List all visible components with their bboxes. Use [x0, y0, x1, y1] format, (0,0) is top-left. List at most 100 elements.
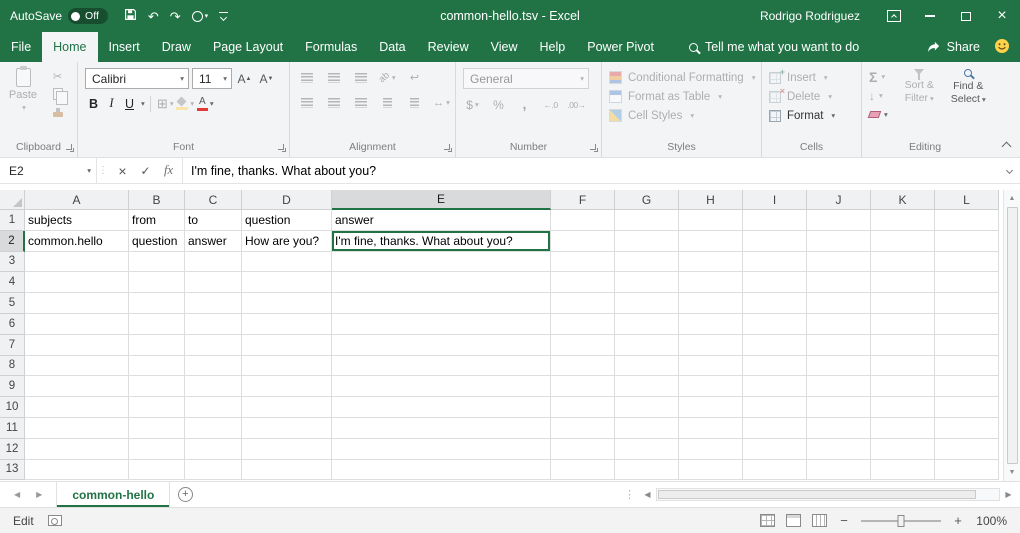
- enter-button[interactable]: ✓: [134, 164, 157, 178]
- cell-B10[interactable]: [129, 397, 185, 418]
- insert-cells-button[interactable]: + Insert ▾: [769, 68, 855, 87]
- column-header-K[interactable]: K: [871, 190, 935, 210]
- column-header-I[interactable]: I: [743, 190, 807, 210]
- cell-K2[interactable]: [871, 231, 935, 252]
- cell-F12[interactable]: [551, 439, 615, 460]
- cell-I6[interactable]: [743, 314, 807, 335]
- cell-C4[interactable]: [185, 272, 242, 293]
- cell-J3[interactable]: [807, 252, 871, 273]
- cell-G12[interactable]: [615, 439, 679, 460]
- cell-L8[interactable]: [935, 356, 999, 377]
- cell-D7[interactable]: [242, 335, 332, 356]
- close-button[interactable]: ×: [984, 0, 1020, 32]
- cell-A4[interactable]: [25, 272, 129, 293]
- cell-I10[interactable]: [743, 397, 807, 418]
- bold-button[interactable]: B: [85, 97, 102, 111]
- cell-J5[interactable]: [807, 293, 871, 314]
- sheet-tab-common-hello[interactable]: common-hello: [56, 482, 170, 507]
- cell-H8[interactable]: [679, 356, 743, 377]
- row-header-10[interactable]: 10: [0, 397, 25, 418]
- tab-page-layout[interactable]: Page Layout: [202, 32, 294, 62]
- clipboard-dialog-launcher[interactable]: [66, 144, 74, 152]
- cell-I9[interactable]: [743, 376, 807, 397]
- cell-I5[interactable]: [743, 293, 807, 314]
- font-color-button[interactable]: A ▾: [196, 94, 215, 113]
- cell-C1[interactable]: to: [185, 210, 242, 231]
- shrink-font-button[interactable]: A▼: [257, 69, 276, 88]
- cell-A5[interactable]: [25, 293, 129, 314]
- cell-F1[interactable]: [551, 210, 615, 231]
- cell-E2[interactable]: I'm fine, thanks. What about you?: [332, 231, 551, 252]
- cell-I8[interactable]: [743, 356, 807, 377]
- zoom-slider[interactable]: [861, 520, 941, 522]
- minimize-button[interactable]: [912, 0, 948, 32]
- cell-I3[interactable]: [743, 252, 807, 273]
- cell-F11[interactable]: [551, 418, 615, 439]
- collapse-ribbon-icon[interactable]: [1002, 142, 1012, 152]
- cell-B5[interactable]: [129, 293, 185, 314]
- cell-H5[interactable]: [679, 293, 743, 314]
- cell-A1[interactable]: subjects: [25, 210, 129, 231]
- cell-D8[interactable]: [242, 356, 332, 377]
- cell-L2[interactable]: [935, 231, 999, 252]
- cell-J1[interactable]: [807, 210, 871, 231]
- cell-G9[interactable]: [615, 376, 679, 397]
- cell-I1[interactable]: [743, 210, 807, 231]
- tab-data[interactable]: Data: [368, 32, 416, 62]
- cancel-button[interactable]: ×: [111, 163, 134, 179]
- zoom-in-button[interactable]: +: [952, 513, 964, 528]
- increase-indent-button[interactable]: [405, 93, 424, 112]
- cell-E5[interactable]: [332, 293, 551, 314]
- vertical-scroll-thumb[interactable]: [1007, 207, 1018, 464]
- format-as-table-button[interactable]: Format as Table ▾: [609, 87, 755, 106]
- cell-F2[interactable]: [551, 231, 615, 252]
- cell-H6[interactable]: [679, 314, 743, 335]
- tab-insert[interactable]: Insert: [98, 32, 151, 62]
- tab-draw[interactable]: Draw: [151, 32, 202, 62]
- number-format-combo[interactable]: General ▾: [463, 68, 589, 89]
- cell-K12[interactable]: [871, 439, 935, 460]
- cell-C3[interactable]: [185, 252, 242, 273]
- name-box[interactable]: E2 ▾: [0, 158, 97, 183]
- cell-J11[interactable]: [807, 418, 871, 439]
- cell-F9[interactable]: [551, 376, 615, 397]
- cell-E9[interactable]: [332, 376, 551, 397]
- cell-F10[interactable]: [551, 397, 615, 418]
- cell-K9[interactable]: [871, 376, 935, 397]
- tab-review[interactable]: Review: [417, 32, 480, 62]
- cell-C9[interactable]: [185, 376, 242, 397]
- cell-I11[interactable]: [743, 418, 807, 439]
- cut-icon[interactable]: ✂: [48, 69, 67, 83]
- cell-A7[interactable]: [25, 335, 129, 356]
- column-header-G[interactable]: G: [615, 190, 679, 210]
- cell-K11[interactable]: [871, 418, 935, 439]
- cell-F3[interactable]: [551, 252, 615, 273]
- scroll-down-icon[interactable]: ▼: [1004, 464, 1020, 481]
- cell-K13[interactable]: [871, 460, 935, 481]
- cell-A12[interactable]: [25, 439, 129, 460]
- redo-icon[interactable]: ↷: [170, 10, 181, 23]
- next-sheet-icon[interactable]: ▶: [36, 490, 42, 499]
- row-header-12[interactable]: 12: [0, 439, 25, 460]
- expand-formula-bar-button[interactable]: [998, 158, 1020, 183]
- align-center-button[interactable]: [324, 93, 343, 112]
- row-header-13[interactable]: 13: [0, 460, 25, 481]
- cell-B12[interactable]: [129, 439, 185, 460]
- orientation-button[interactable]: ab ▾: [378, 68, 397, 87]
- cell-H7[interactable]: [679, 335, 743, 356]
- cell-L10[interactable]: [935, 397, 999, 418]
- tab-formulas[interactable]: Formulas: [294, 32, 368, 62]
- cell-B4[interactable]: [129, 272, 185, 293]
- cell-D10[interactable]: [242, 397, 332, 418]
- cell-E7[interactable]: [332, 335, 551, 356]
- cell-D4[interactable]: [242, 272, 332, 293]
- tab-view[interactable]: View: [480, 32, 529, 62]
- cell-G10[interactable]: [615, 397, 679, 418]
- cell-D13[interactable]: [242, 460, 332, 481]
- row-header-8[interactable]: 8: [0, 356, 25, 377]
- cell-L7[interactable]: [935, 335, 999, 356]
- row-header-6[interactable]: 6: [0, 314, 25, 335]
- row-header-4[interactable]: 4: [0, 272, 25, 293]
- cell-L11[interactable]: [935, 418, 999, 439]
- grow-font-button[interactable]: A▲: [235, 69, 254, 88]
